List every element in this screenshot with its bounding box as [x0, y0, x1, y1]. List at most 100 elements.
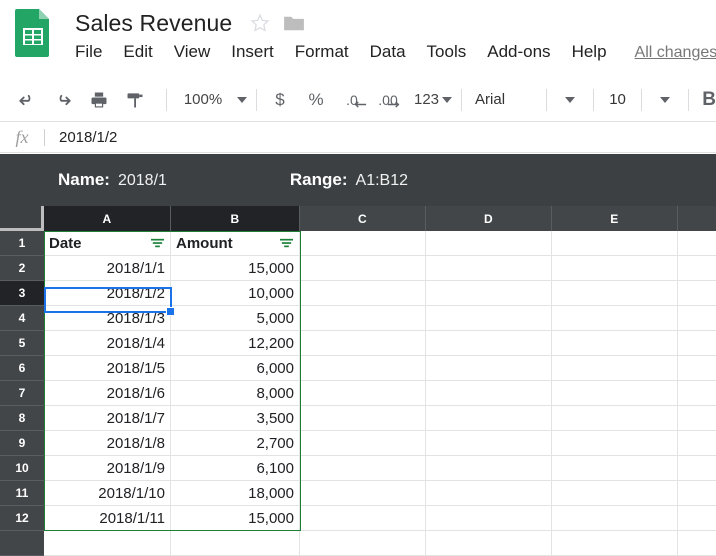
- row-header-6[interactable]: 6: [0, 356, 44, 381]
- bold-button[interactable]: B: [698, 89, 716, 111]
- number-format-control[interactable]: 123: [414, 91, 453, 108]
- cell-d11[interactable]: [426, 481, 552, 506]
- percent-format-button[interactable]: %: [302, 86, 330, 114]
- cell-f5[interactable]: [678, 331, 716, 356]
- select-all-corner[interactable]: [0, 206, 44, 231]
- filter-icon[interactable]: [150, 237, 165, 250]
- cell-d6[interactable]: [426, 356, 552, 381]
- cell-a7[interactable]: 2018/1/6: [44, 381, 171, 406]
- cell-b5[interactable]: 12,200: [171, 331, 300, 356]
- cell-a13[interactable]: [44, 531, 171, 556]
- cell-d3[interactable]: [426, 281, 552, 306]
- column-header-a[interactable]: A: [44, 206, 171, 231]
- cell-f12[interactable]: [678, 506, 716, 531]
- save-status[interactable]: All changes: [635, 44, 716, 62]
- cell-c2[interactable]: [300, 256, 426, 281]
- row-header-2[interactable]: 2: [0, 256, 44, 281]
- cell-f1[interactable]: [678, 231, 716, 256]
- cell-b11[interactable]: 18,000: [171, 481, 300, 506]
- cell-a5[interactable]: 2018/1/4: [44, 331, 171, 356]
- menu-insert[interactable]: Insert: [231, 42, 274, 62]
- cell-d5[interactable]: [426, 331, 552, 356]
- cell-a1[interactable]: Date: [44, 231, 171, 256]
- row-header-9[interactable]: 9: [0, 431, 44, 456]
- cell-e6[interactable]: [552, 356, 678, 381]
- cell-a9[interactable]: 2018/1/8: [44, 431, 171, 456]
- cell-a6[interactable]: 2018/1/5: [44, 356, 171, 381]
- row-header-5[interactable]: 5: [0, 331, 44, 356]
- cell-f10[interactable]: [678, 456, 716, 481]
- menu-edit[interactable]: Edit: [123, 42, 152, 62]
- cell-b12[interactable]: 15,000: [171, 506, 300, 531]
- function-icon[interactable]: fx: [0, 127, 44, 148]
- cell-a11[interactable]: 2018/1/10: [44, 481, 171, 506]
- cell-f4[interactable]: [678, 306, 716, 331]
- cell-d9[interactable]: [426, 431, 552, 456]
- cell-d10[interactable]: [426, 456, 552, 481]
- cell-f13[interactable]: [678, 531, 716, 556]
- cell-e5[interactable]: [552, 331, 678, 356]
- formula-input[interactable]: 2018/1/2: [45, 129, 117, 146]
- column-header-b[interactable]: B: [171, 206, 300, 231]
- cell-d4[interactable]: [426, 306, 552, 331]
- decrease-decimal-button[interactable]: .0: [338, 86, 367, 114]
- cell-d13[interactable]: [426, 531, 552, 556]
- cell-d2[interactable]: [426, 256, 552, 281]
- folder-icon[interactable]: [283, 14, 305, 32]
- menu-format[interactable]: Format: [295, 42, 349, 62]
- cell-c7[interactable]: [300, 381, 426, 406]
- row-header-8[interactable]: 8: [0, 406, 44, 431]
- cell-a8[interactable]: 2018/1/7: [44, 406, 171, 431]
- row-header-12[interactable]: 12: [0, 506, 44, 531]
- cell-b10[interactable]: 6,100: [171, 456, 300, 481]
- cell-e3[interactable]: [552, 281, 678, 306]
- column-header-f[interactable]: [678, 206, 716, 231]
- cell-c9[interactable]: [300, 431, 426, 456]
- cell-e11[interactable]: [552, 481, 678, 506]
- cell-e9[interactable]: [552, 431, 678, 456]
- cell-f2[interactable]: [678, 256, 716, 281]
- cell-a12[interactable]: 2018/1/11: [44, 506, 171, 531]
- star-icon[interactable]: [249, 12, 271, 34]
- zoom-control[interactable]: 100%: [176, 91, 247, 108]
- font-family-value[interactable]: Arial: [471, 91, 537, 108]
- row-header-1[interactable]: 1: [0, 231, 44, 256]
- row-header-4[interactable]: 4: [0, 306, 44, 331]
- cell-d8[interactable]: [426, 406, 552, 431]
- font-family-dropdown[interactable]: [556, 86, 584, 114]
- currency-format-button[interactable]: $: [266, 86, 294, 114]
- menu-view[interactable]: View: [174, 42, 211, 62]
- column-header-e[interactable]: E: [552, 206, 678, 231]
- cell-c10[interactable]: [300, 456, 426, 481]
- cell-e1[interactable]: [552, 231, 678, 256]
- cell-d1[interactable]: [426, 231, 552, 256]
- cell-e13[interactable]: [552, 531, 678, 556]
- cell-e10[interactable]: [552, 456, 678, 481]
- cell-a4[interactable]: 2018/1/3: [44, 306, 171, 331]
- redo-icon[interactable]: [49, 86, 77, 114]
- cell-c1[interactable]: [300, 231, 426, 256]
- cell-e7[interactable]: [552, 381, 678, 406]
- cell-c13[interactable]: [300, 531, 426, 556]
- row-header-13[interactable]: [0, 531, 44, 556]
- cell-f6[interactable]: [678, 356, 716, 381]
- cell-f3[interactable]: [678, 281, 716, 306]
- cell-e8[interactable]: [552, 406, 678, 431]
- cell-d7[interactable]: [426, 381, 552, 406]
- row-header-3[interactable]: 3: [0, 281, 44, 306]
- cell-b7[interactable]: 8,000: [171, 381, 300, 406]
- menu-file[interactable]: File: [75, 42, 102, 62]
- cell-c12[interactable]: [300, 506, 426, 531]
- menu-help[interactable]: Help: [572, 42, 607, 62]
- undo-icon[interactable]: [13, 86, 41, 114]
- cell-f11[interactable]: [678, 481, 716, 506]
- filter-icon[interactable]: [279, 237, 294, 250]
- font-size-dropdown[interactable]: [651, 86, 679, 114]
- font-size-value[interactable]: 10: [603, 91, 632, 108]
- paint-format-icon[interactable]: [121, 86, 149, 114]
- cell-c6[interactable]: [300, 356, 426, 381]
- cell-f9[interactable]: [678, 431, 716, 456]
- cell-f8[interactable]: [678, 406, 716, 431]
- cell-b8[interactable]: 3,500: [171, 406, 300, 431]
- cell-c5[interactable]: [300, 331, 426, 356]
